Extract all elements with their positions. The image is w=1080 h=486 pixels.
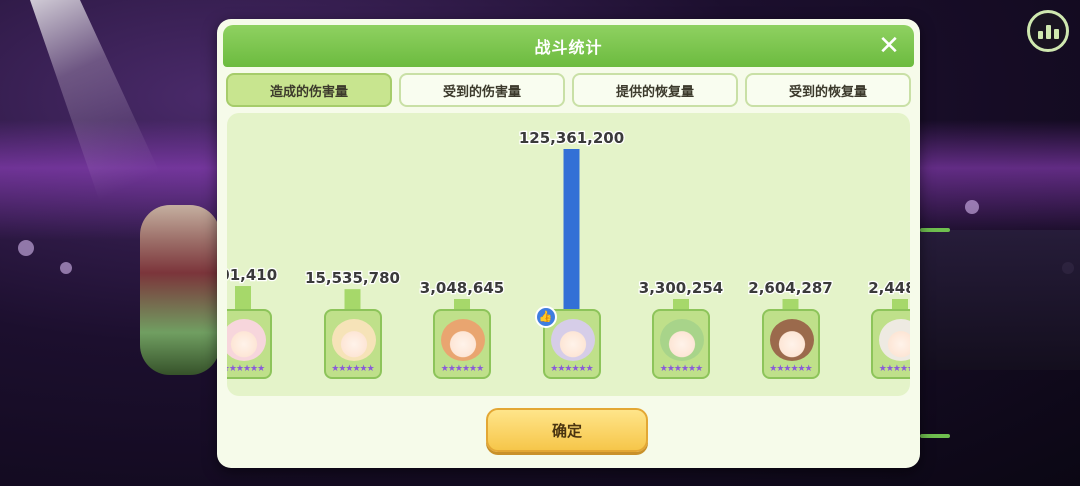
background-hp-bar	[920, 434, 950, 438]
damage-bar	[454, 299, 470, 309]
hero-card[interactable]: ★★★★★★	[323, 309, 382, 379]
background-bubble	[18, 240, 34, 256]
hero-star-rating: ★★★★★★	[769, 364, 812, 374]
hero-star-rating: ★★★★★★	[331, 364, 374, 374]
damage-bar	[344, 289, 361, 309]
tab-healing-provided[interactable]: 提供的恢复量	[572, 73, 738, 107]
background-characters	[140, 205, 220, 375]
hero-card[interactable]: ★★★★★★	[652, 309, 710, 379]
hero-star-rating: ★★★★★★	[878, 364, 910, 374]
mvp-thumbs-up-icon: 👍	[534, 306, 557, 328]
hero-star-rating: ★★★★★★	[227, 364, 265, 374]
hero-card[interactable]: ★★★★★★	[227, 309, 272, 379]
damage-value-label: 001,410	[227, 266, 277, 284]
damage-bar	[235, 286, 251, 309]
close-icon[interactable]: ✕	[876, 33, 902, 59]
fox-eared-girl-portrait-icon	[441, 319, 485, 361]
damage-bar	[673, 299, 689, 309]
hero-card[interactable]: ★★★★★★	[761, 309, 820, 379]
hero-star-rating: ★★★★★★	[440, 364, 484, 374]
damage-value-label: 125,361,200	[519, 129, 624, 147]
background-bubble	[965, 200, 979, 214]
hero-star-rating: ★★★★★★	[550, 364, 593, 374]
green-hair-straw-hat-girl-portrait-icon	[660, 319, 704, 361]
tab-damage-taken[interactable]: 受到的伤害量	[399, 73, 565, 107]
damage-value-label: 2,448,1	[868, 279, 910, 297]
stats-tabs: 造成的伤害量 受到的伤害量 提供的恢复量 受到的恢复量	[226, 73, 911, 107]
dialog-header: 战斗统计 ✕	[223, 25, 914, 67]
damage-value-label: 2,604,287	[748, 279, 832, 297]
battle-stats-icon[interactable]	[1027, 10, 1069, 52]
tab-healing-received[interactable]: 受到的恢复量	[745, 73, 911, 107]
damage-bar	[892, 299, 908, 309]
hero-card[interactable]: ★★★★★★	[433, 309, 491, 379]
damage-bar	[782, 299, 799, 309]
damage-value-label: 3,048,645	[420, 279, 504, 297]
witch-hat-girl-portrait-icon	[550, 319, 595, 361]
damage-value-label: 3,300,254	[639, 279, 723, 297]
damage-value-label: 15,535,780	[305, 269, 400, 287]
hero-star-rating: ★★★★★★	[659, 364, 703, 374]
bear-eared-girl-portrait-icon	[769, 319, 814, 361]
battle-stats-dialog: 战斗统计 ✕ 造成的伤害量 受到的伤害量 提供的恢复量 受到的恢复量 001,4…	[217, 19, 920, 468]
tab-damage-dealt[interactable]: 造成的伤害量	[226, 73, 392, 107]
dialog-title: 战斗统计	[534, 38, 603, 57]
damage-bar	[563, 149, 580, 309]
pink-bunny-girl-portrait-icon	[227, 319, 266, 361]
background-bubble	[60, 262, 72, 274]
white-hair-girl-portrait-icon	[879, 319, 910, 361]
background-hp-bar	[920, 228, 950, 232]
blonde-ribbon-girl-portrait-icon	[331, 319, 376, 361]
background-side-panel	[910, 230, 1080, 370]
damage-chart: 001,410 15,535,780 3,048,645 125,361,200 3,3…	[227, 113, 910, 396]
hero-card[interactable]: ★★★★★★	[871, 309, 910, 379]
confirm-button[interactable]: 确定	[486, 408, 648, 452]
